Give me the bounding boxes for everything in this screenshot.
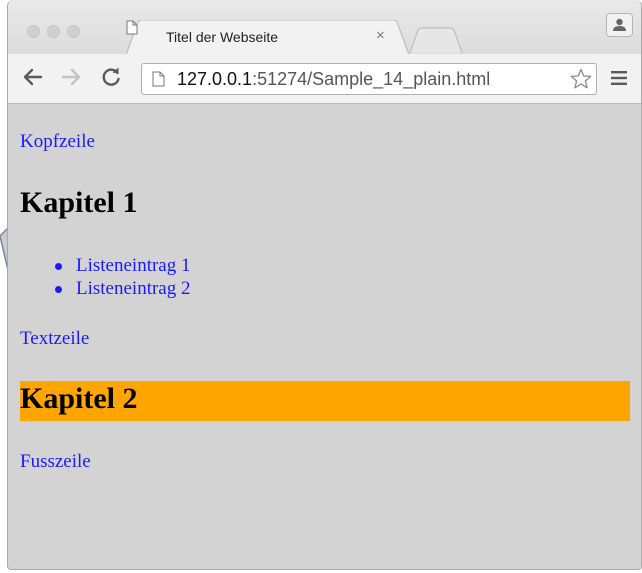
- chapter-1-heading: Kapitel 1: [20, 186, 138, 219]
- list-item: Listeneintrag 1: [55, 254, 191, 277]
- url-path: :51274/Sample_14_plain.html: [252, 69, 491, 89]
- chapter-2-section: Kapitel 2: [20, 381, 630, 421]
- chapter-2-heading: Kapitel 2: [20, 382, 138, 415]
- list-item-label: Listeneintrag 1: [76, 255, 191, 276]
- list-item-label: Listeneintrag 2: [76, 278, 191, 299]
- new-tab-button[interactable]: [406, 27, 466, 54]
- list-item: Listeneintrag 2: [55, 277, 191, 300]
- browser-toolbar: 127.0.0.1:51274/Sample_14_plain.html: [8, 54, 641, 104]
- tab-bar: Titel der Webseite ×: [8, 0, 641, 55]
- text-line: Textzeile: [20, 328, 90, 349]
- bullet-icon: [55, 263, 62, 270]
- profile-button[interactable]: [606, 13, 633, 37]
- browser-window: Titel der Webseite × 127.0.0.1:51274/Sam…: [7, 0, 642, 570]
- bullet-icon: [55, 286, 62, 293]
- hamburger-menu-icon[interactable]: [611, 71, 627, 85]
- page-icon: [152, 71, 165, 87]
- tab-title: Titel der Webseite: [166, 29, 279, 45]
- zoom-window-button[interactable]: [67, 25, 80, 38]
- forward-arrow-icon[interactable]: [60, 66, 82, 88]
- profile-icon: [613, 18, 626, 31]
- header-line: Kopfzeile: [20, 131, 95, 152]
- item-list: Listeneintrag 1 Listeneintrag 2: [20, 254, 191, 300]
- reload-icon[interactable]: [100, 66, 122, 88]
- footer-line: Fusszeile: [20, 451, 91, 472]
- url-host: 127.0.0.1: [177, 69, 253, 89]
- url-text: 127.0.0.1:51274/Sample_14_plain.html: [177, 69, 490, 90]
- close-window-button[interactable]: [27, 25, 40, 38]
- bookmark-star-icon[interactable]: [569, 67, 593, 91]
- tab-active[interactable]: Titel der Webseite ×: [126, 20, 411, 55]
- back-arrow-icon[interactable]: [22, 66, 44, 88]
- tab-close-icon[interactable]: ×: [376, 27, 385, 44]
- minimize-window-button[interactable]: [47, 25, 60, 38]
- page-content: Kopfzeile Kapitel 1 Listeneintrag 1 List…: [8, 104, 641, 569]
- document-icon: [126, 20, 138, 35]
- address-bar[interactable]: 127.0.0.1:51274/Sample_14_plain.html: [141, 63, 597, 95]
